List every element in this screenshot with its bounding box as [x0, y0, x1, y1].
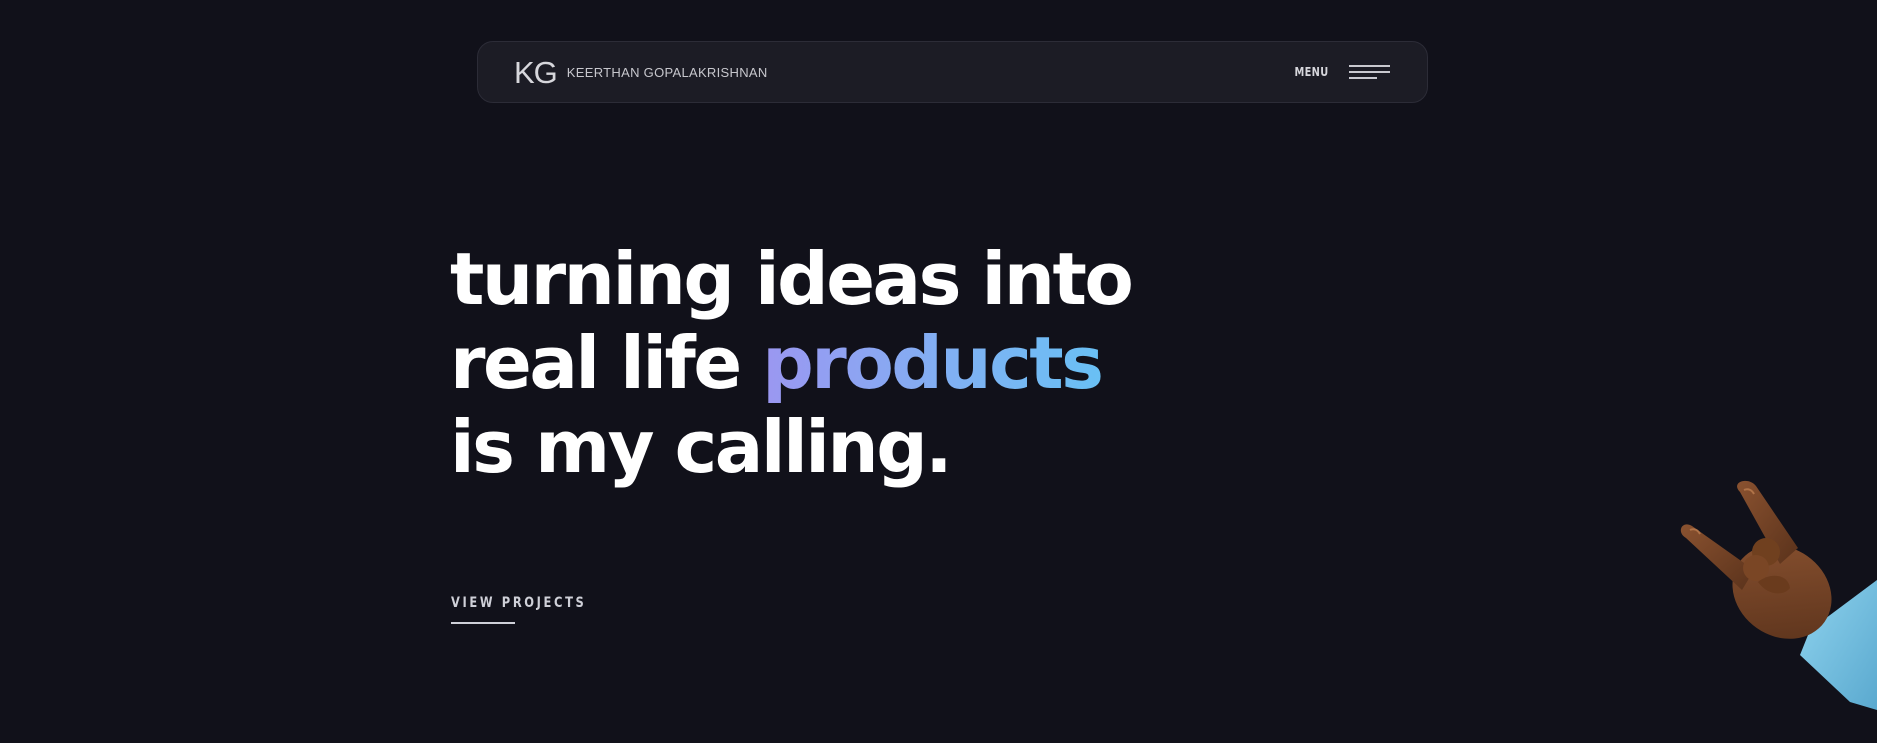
view-projects-link[interactable]: VIEW PROJECTS — [451, 595, 586, 611]
top-navbar: KG KEERTHAN GOPALAKRISHNAN MENU — [477, 41, 1428, 103]
menu-label: MENU — [1294, 65, 1329, 79]
hero-section: turning ideas into real life products is… — [450, 237, 1134, 489]
hero-line-1: turning ideas into — [450, 237, 1134, 321]
hero-line-3: is my calling. — [450, 405, 953, 489]
hero-line-2-text: real life — [450, 321, 763, 405]
view-projects-underline — [451, 622, 515, 624]
menu-button[interactable]: MENU — [1287, 64, 1390, 80]
brand-home-link[interactable]: KG KEERTHAN GOPALAKRISHNAN — [514, 57, 768, 88]
brand-name: KEERTHAN GOPALAKRISHNAN — [566, 64, 768, 80]
hero-highlight-word: products — [762, 321, 1104, 405]
hero-heading: turning ideas into real life products is… — [450, 237, 1134, 489]
hamburger-icon — [1349, 64, 1390, 80]
hero-line-2: real life products — [450, 321, 1131, 405]
logo-mark: KG — [514, 54, 558, 90]
rock-on-hand-illustration — [1680, 480, 1877, 710]
